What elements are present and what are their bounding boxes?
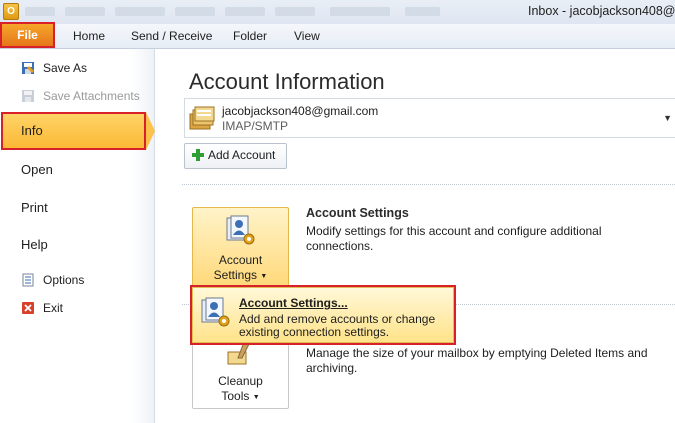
tab-view[interactable]: View (294, 24, 320, 48)
nav-tab-print-label: Print (21, 200, 48, 215)
nav-tab-open-label: Open (21, 162, 53, 177)
backstage-content: Account Information jacobjackson408@gmai… (155, 49, 675, 423)
active-tab-pointer (146, 112, 155, 150)
tab-file[interactable]: File (0, 22, 55, 48)
account-settings-button-label2: Settings ▼ (213, 268, 268, 282)
ribbon-ghost-text (405, 7, 440, 16)
quick-access-toolbar (25, 7, 55, 16)
nav-tab-print[interactable]: Print (0, 193, 154, 223)
tab-send-receive[interactable]: Send / Receive (131, 24, 212, 48)
save-attachments-command: Save Attachments (0, 85, 154, 107)
cleanup-tools-button-label1: Cleanup (218, 374, 263, 388)
chevron-down-icon: ▼ (260, 273, 268, 280)
backstage-nav: Save As Save Attachments Info Open Print… (0, 49, 155, 423)
save-as-icon (22, 62, 34, 74)
account-settings-title: Account Settings (306, 206, 409, 220)
quick-access-toolbar-ghost (65, 7, 105, 16)
cleanup-desc-line1: Manage the size of your mailbox by empty… (306, 346, 648, 360)
ribbon-ghost-text (330, 7, 390, 16)
add-account-label: Add Account (208, 148, 276, 162)
save-as-label: Save As (43, 61, 88, 75)
nav-tab-open[interactable]: Open (0, 155, 154, 185)
window-title: Inbox - jacobjackson408@g (528, 4, 675, 18)
nav-tab-help-label: Help (21, 237, 48, 252)
exit-command[interactable]: Exit (0, 297, 154, 319)
save-as-command[interactable]: Save As (0, 57, 154, 79)
menu-item-title: Account Settings... (239, 296, 348, 310)
add-account-button[interactable]: Add Account (184, 143, 287, 169)
account-selector[interactable]: jacobjackson408@gmail.com IMAP/SMTP ▼ (184, 98, 675, 138)
title-bar: O Inbox - jacobjackson408@g (0, 0, 675, 24)
account-settings-desc-line2: connections. (306, 239, 374, 253)
page-title: Account Information (189, 69, 385, 94)
options-icon (22, 273, 34, 287)
cleanup-tools-button-label2: Tools ▼ (221, 389, 260, 403)
account-settings-icon (201, 297, 230, 327)
account-settings-icon (226, 215, 255, 245)
outlook-app-icon[interactable]: O (3, 3, 19, 20)
account-email: jacobjackson408@gmail.com (222, 104, 379, 118)
save-attachments-icon (22, 90, 34, 102)
plus-icon (192, 149, 204, 161)
account-settings-menu-item[interactable]: Account Settings... Add and remove accou… (190, 285, 456, 345)
options-label: Options (43, 273, 85, 287)
tab-home[interactable]: Home (73, 24, 105, 48)
ribbon-tab-row: File Home Send / Receive Folder View (0, 22, 675, 49)
tab-folder[interactable]: Folder (233, 24, 267, 48)
ribbon-ghost-text (275, 7, 315, 16)
nav-tab-help[interactable]: Help (0, 230, 154, 260)
exit-label: Exit (43, 301, 64, 315)
section-divider (182, 184, 675, 185)
ribbon-ghost-text (225, 7, 265, 16)
cleanup-desc-line2: archiving. (306, 361, 358, 375)
nav-tab-info[interactable]: Info (1, 112, 146, 150)
account-settings-button-label1: Account (218, 253, 263, 267)
exit-icon (22, 302, 34, 314)
menu-item-desc: Add and remove accounts or change existin… (239, 312, 436, 339)
mail-account-icon (189, 106, 215, 130)
ribbon-ghost-text (115, 7, 165, 16)
account-type: IMAP/SMTP (222, 119, 289, 133)
account-settings-desc-line1: Modify settings for this account and con… (306, 224, 602, 238)
nav-tab-info-label: Info (21, 123, 43, 138)
options-command[interactable]: Options (0, 269, 154, 291)
save-attachments-label: Save Attachments (43, 89, 140, 103)
ribbon-ghost-text (175, 7, 215, 16)
dropdown-arrow-icon[interactable]: ▼ (663, 113, 672, 123)
account-settings-button[interactable]: Account Settings ▼ (192, 207, 289, 287)
chevron-down-icon: ▼ (252, 394, 260, 401)
